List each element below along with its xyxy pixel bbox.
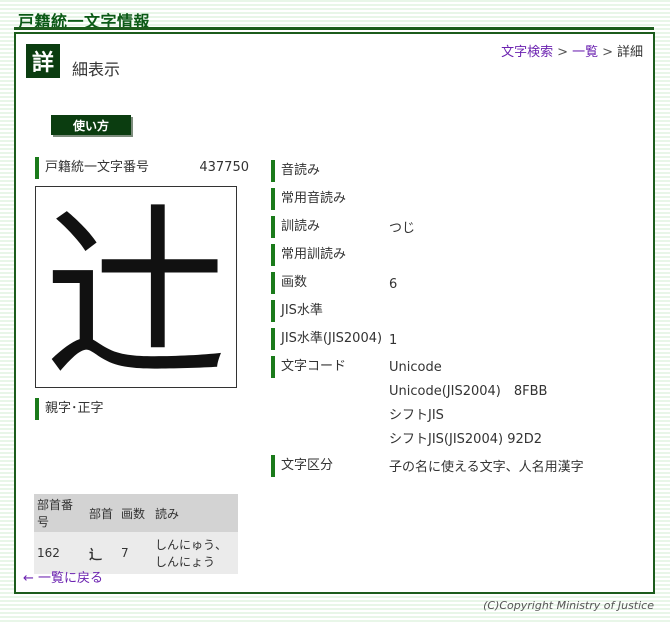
howto-button[interactable]: 使い方	[51, 115, 131, 135]
variant-label: 親字･正字	[35, 398, 104, 420]
char-code-label: 戸籍統一文字番号	[45, 160, 150, 175]
attribute-list: 音読み 常用音読み 訓読み つじ 常用訓読み 画数 6 JIS水準 JIS水準(…	[271, 160, 641, 483]
code-unicode-2004: Unicode(JIS2004) 8FBB	[389, 384, 548, 399]
attr-value	[389, 244, 641, 269]
attr-jis-level-2004: JIS水準(JIS2004) 1	[271, 328, 641, 353]
breadcrumb: 文字検索 > 一覧 > 詳細	[501, 41, 643, 60]
breadcrumb-search-link[interactable]: 文字検索	[501, 45, 553, 60]
attr-joyo-onyomi: 常用音読み	[271, 188, 641, 213]
glyph-svg: 辻	[44, 189, 228, 387]
attr-label: 常用訓読み	[271, 244, 346, 266]
glyph-character: 辻	[44, 189, 228, 387]
radical-table-header: 部首番号 部首 画数 読み	[34, 494, 238, 532]
attr-jis-level: JIS水準	[271, 300, 641, 325]
breadcrumb-current: 詳細	[616, 45, 643, 60]
attr-label: 画数	[271, 272, 307, 294]
glyph-image: 辻	[35, 186, 237, 388]
detail-panel: 詳 細表示 文字検索 > 一覧 > 詳細 使い方 戸籍統一文字番号 437750 辻 親…	[14, 32, 655, 594]
attr-label: JIS水準(JIS2004)	[271, 328, 382, 350]
attr-value: 1	[389, 333, 398, 348]
char-code-value: 437750	[199, 160, 249, 175]
char-code-row: 戸籍統一文字番号 437750	[35, 157, 249, 179]
attr-char-codes: 文字コード Unicode Unicode(JIS2004) 8FBB シフトJ…	[271, 356, 641, 452]
code-shift-jis-2004: シフトJIS(JIS2004) 92D2	[389, 432, 543, 447]
copyright-notice: (C)Copyright Ministry of Justice	[483, 599, 654, 612]
header-strokes: 画数	[118, 494, 152, 532]
attr-label: 文字区分	[271, 455, 333, 477]
header-radical-number: 部首番号	[34, 494, 86, 532]
radical-strokes: 7	[118, 532, 152, 574]
attr-kunyomi: 訓読み つじ	[271, 216, 641, 241]
breadcrumb-list-link[interactable]: 一覧	[572, 45, 598, 60]
breadcrumb-separator: >	[557, 45, 569, 60]
attr-value	[389, 188, 641, 213]
attr-value: 子の名に使える文字、人名用漢字	[389, 460, 584, 475]
code-shift-jis: シフトJIS	[389, 408, 444, 423]
attr-value: つじ	[389, 221, 416, 236]
radical-table: 部首番号 部首 画数 読み 162 辶 7 しんにゅう、しんにょう	[34, 494, 238, 574]
breadcrumb-separator: >	[602, 45, 613, 60]
attr-joyo-kunyomi: 常用訓読み	[271, 244, 641, 269]
code-unicode: Unicode	[389, 360, 442, 375]
header-reading: 読み	[152, 494, 238, 532]
attr-value: Unicode Unicode(JIS2004) 8FBB シフトJIS シフト…	[389, 356, 641, 452]
attr-label: 常用音読み	[271, 188, 346, 210]
attr-value	[389, 300, 641, 325]
attr-label: 文字コード	[271, 356, 346, 378]
heading-text: 細表示	[72, 60, 121, 79]
attr-value: 6	[389, 277, 398, 292]
attr-stroke-count: 画数 6	[271, 272, 641, 297]
attr-onyomi: 音読み	[271, 160, 641, 185]
radical-reading: しんにゅう、しんにょう	[152, 532, 238, 574]
back-to-list-link[interactable]: ← 一覧に戻る	[23, 567, 103, 586]
attr-value	[389, 160, 641, 185]
attr-label: 訓読み	[271, 216, 320, 238]
heading-badge: 詳	[26, 44, 60, 78]
attr-label: JIS水準	[271, 300, 323, 322]
attr-char-class: 文字区分 子の名に使える文字、人名用漢字	[271, 455, 641, 480]
header-radical: 部首	[86, 494, 118, 532]
title-divider	[14, 27, 654, 30]
attr-label: 音読み	[271, 160, 320, 182]
